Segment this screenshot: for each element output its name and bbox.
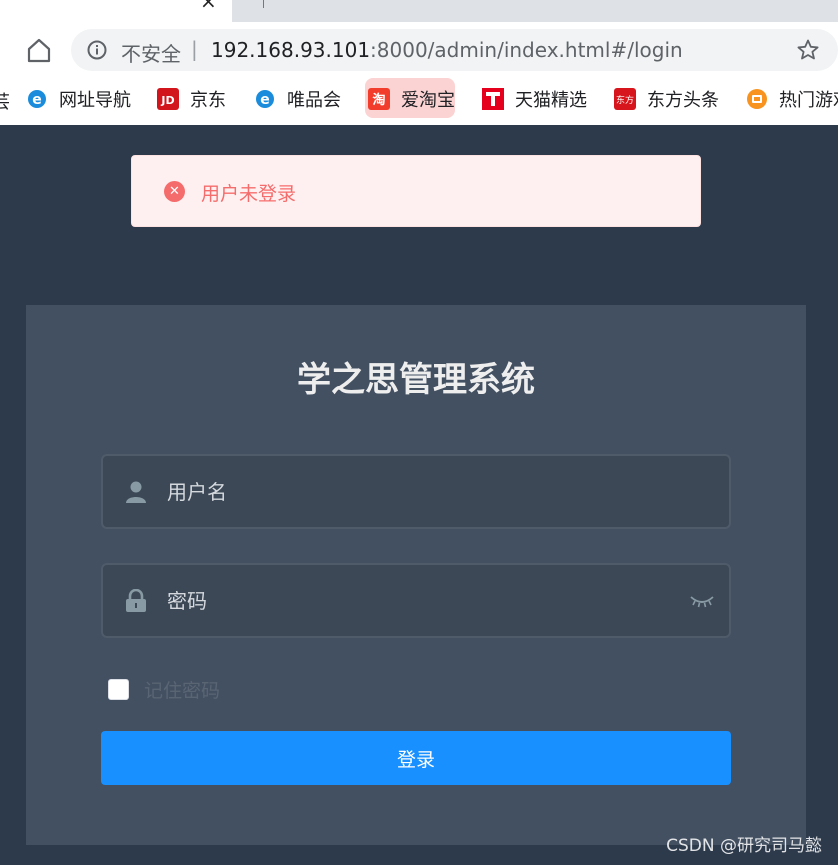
bookmark-label: 爱淘宝 bbox=[401, 90, 455, 111]
browser-toolbar: 不安全 | 192.168.93.101:8000/admin/index.ht… bbox=[0, 22, 838, 78]
bookmark-item-aitaobao[interactable]: 淘 爱淘宝 bbox=[368, 78, 455, 120]
tab-close-icon[interactable]: × bbox=[200, 0, 217, 11]
svg-text:e: e bbox=[260, 92, 270, 108]
bookmark-label: 唯品会 bbox=[287, 90, 341, 111]
tmall-icon bbox=[482, 88, 504, 110]
alert-message: 用户未登录 bbox=[201, 183, 297, 205]
error-alert: ✕ 用户未登录 bbox=[131, 155, 701, 227]
bookmark-label: 网址导航 bbox=[59, 90, 131, 111]
taobao-icon: 淘 bbox=[368, 88, 390, 110]
bookmark-label: 天猫精选 bbox=[515, 90, 587, 111]
page-title: 学之思管理系统 bbox=[297, 360, 535, 400]
tab-strip: × bbox=[0, 0, 838, 22]
bookmark-label: 京东 bbox=[190, 90, 226, 111]
bookmark-label: 热门游戏 bbox=[779, 90, 838, 111]
url-path: :8000/admin/index.html#/login bbox=[370, 38, 683, 62]
remember-checkbox[interactable] bbox=[108, 679, 129, 700]
error-circle-icon: ✕ bbox=[164, 181, 185, 202]
jd-icon: JD bbox=[157, 88, 179, 110]
svg-text:e: e bbox=[32, 92, 42, 108]
address-bar[interactable]: 不安全 | 192.168.93.101:8000/admin/index.ht… bbox=[71, 29, 838, 71]
bookmark-item-jd[interactable]: JD 京东 bbox=[157, 78, 226, 120]
svg-text:JD: JD bbox=[160, 94, 174, 107]
password-input[interactable] bbox=[167, 565, 687, 636]
info-icon[interactable] bbox=[87, 40, 107, 60]
svg-text:东方: 东方 bbox=[616, 94, 634, 106]
bookmarks-bar: 芸 e 网址导航 JD 京东 e 唯品会 淘 爱淘宝 天猫精选 东方 东方头条 … bbox=[0, 78, 838, 125]
csdn-watermark: CSDN @研究司马懿 bbox=[666, 836, 822, 856]
bookmark-star-icon[interactable] bbox=[796, 38, 820, 62]
user-icon bbox=[125, 480, 147, 504]
login-form: 学之思管理系统 用户名 记住密码 登录 bbox=[26, 305, 806, 845]
bookmark-item-dftt[interactable]: 东方 东方头条 bbox=[614, 78, 719, 120]
eye-closed-icon[interactable] bbox=[689, 593, 715, 609]
home-icon[interactable] bbox=[24, 35, 54, 65]
bookmark-item-games[interactable]: 热门游戏 bbox=[746, 78, 838, 120]
url-text[interactable]: 192.168.93.101:8000/admin/index.html#/lo… bbox=[211, 38, 683, 62]
url-separator: | bbox=[191, 37, 198, 61]
remember-password[interactable]: 记住密码 bbox=[108, 676, 220, 703]
url-host: 192.168.93.101 bbox=[211, 38, 371, 62]
ie-e-icon: e bbox=[254, 88, 276, 110]
bookmark-item-tmall[interactable]: 天猫精选 bbox=[482, 78, 587, 120]
dftt-icon: 东方 bbox=[614, 88, 636, 110]
lock-icon bbox=[125, 588, 147, 613]
active-tab[interactable]: × bbox=[0, 0, 232, 22]
bookmark-label: 东方头条 bbox=[647, 90, 719, 111]
security-label[interactable]: 不安全 bbox=[121, 38, 181, 67]
password-field[interactable] bbox=[101, 563, 731, 638]
svg-text:淘: 淘 bbox=[372, 92, 385, 108]
game-icon bbox=[746, 88, 768, 110]
remember-label: 记住密码 bbox=[144, 680, 221, 702]
bookmark-item-wangzhi[interactable]: e 网址导航 bbox=[26, 78, 131, 120]
username-input[interactable] bbox=[167, 456, 687, 527]
username-field[interactable] bbox=[101, 454, 731, 529]
tab-divider bbox=[263, 0, 264, 8]
bookmark-item-vip[interactable]: e 唯品会 bbox=[254, 78, 341, 120]
ie-e-icon: e bbox=[26, 88, 48, 110]
login-button[interactable]: 登录 bbox=[101, 731, 731, 785]
bookmark-truncated[interactable]: 芸 bbox=[0, 88, 10, 114]
